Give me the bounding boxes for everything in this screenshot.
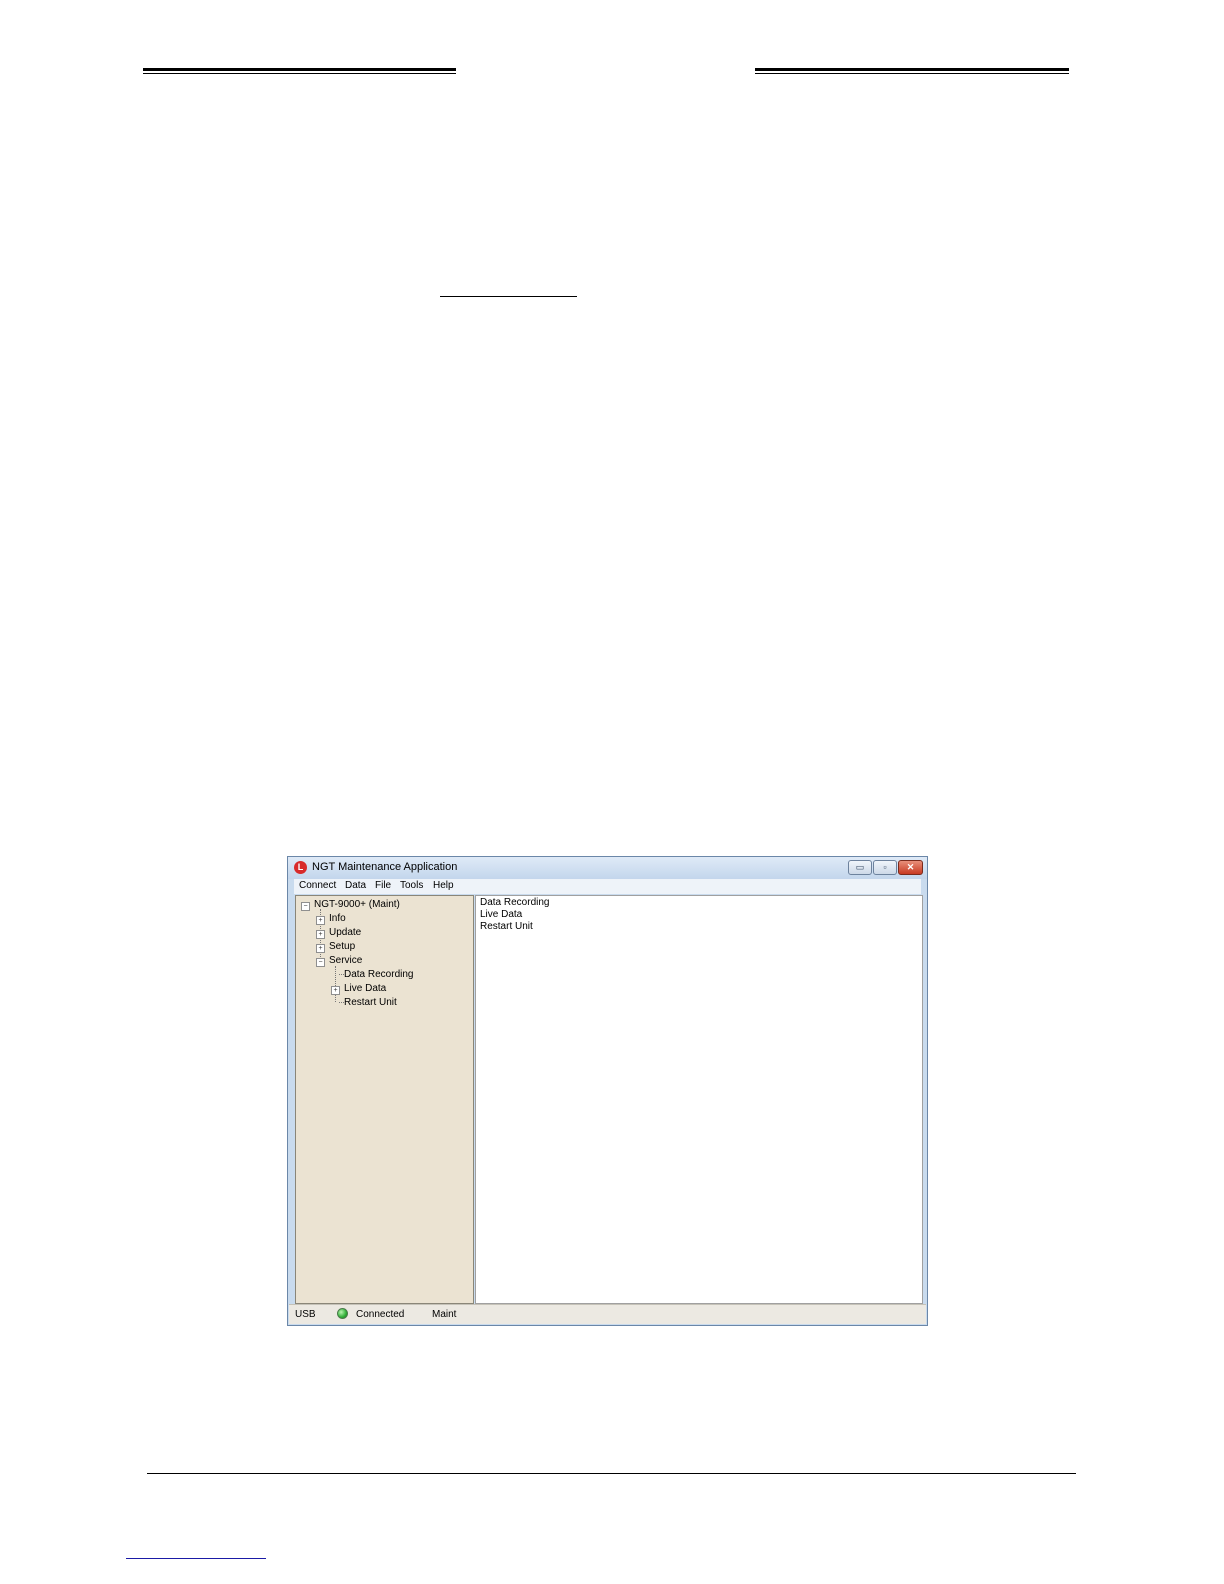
- content-item-live-data[interactable]: Live Data: [480, 909, 522, 920]
- status-mode: Maint: [432, 1309, 457, 1320]
- tree-item-live-data[interactable]: Live Data: [344, 983, 386, 994]
- tree-item-update[interactable]: Update: [329, 927, 361, 938]
- tree-item-setup[interactable]: Setup: [329, 941, 355, 952]
- menu-connect[interactable]: Connect: [299, 880, 336, 891]
- content-item-restart-unit[interactable]: Restart Unit: [480, 921, 533, 932]
- close-button[interactable]: ✕: [898, 860, 923, 875]
- expand-plus-icon[interactable]: +: [316, 930, 325, 939]
- header-rule-left: [143, 68, 456, 74]
- maximize-button[interactable]: ▫: [873, 860, 897, 875]
- navigation-tree: − NGT-9000+ (Maint) + Info + Update + Se…: [295, 895, 474, 1304]
- maintenance-app-window: L NGT Maintenance Application ▭ ▫ ✕ Conn…: [287, 856, 928, 1326]
- app-logo-icon: L: [294, 861, 307, 874]
- collapse-minus-icon[interactable]: −: [301, 902, 310, 911]
- header-rule-right: [755, 68, 1069, 74]
- menu-tools[interactable]: Tools: [400, 880, 423, 891]
- status-bar: USB Connected Maint: [289, 1304, 926, 1324]
- title-bar: L NGT Maintenance Application ▭ ▫ ✕: [288, 857, 927, 879]
- expand-plus-icon[interactable]: +: [316, 944, 325, 953]
- expand-plus-icon[interactable]: +: [316, 916, 325, 925]
- tree-item-service[interactable]: Service: [329, 955, 362, 966]
- menu-help[interactable]: Help: [433, 880, 454, 891]
- status-port: USB: [295, 1309, 316, 1320]
- footer-link-underline: [126, 1558, 266, 1559]
- menu-file[interactable]: File: [375, 880, 391, 891]
- status-led-icon: [337, 1308, 348, 1319]
- menu-data[interactable]: Data: [345, 880, 366, 891]
- tree-item-data-recording[interactable]: Data Recording: [344, 969, 413, 980]
- tree-item-info[interactable]: Info: [329, 913, 346, 924]
- expand-plus-icon[interactable]: +: [331, 986, 340, 995]
- section-underline: [440, 296, 577, 297]
- tree-item-restart-unit[interactable]: Restart Unit: [344, 997, 397, 1008]
- content-list: Data Recording Live Data Restart Unit: [475, 895, 923, 1304]
- collapse-minus-icon[interactable]: −: [316, 958, 325, 967]
- content-item-data-recording[interactable]: Data Recording: [480, 897, 549, 908]
- window-title: NGT Maintenance Application: [312, 861, 458, 873]
- status-connection: Connected: [356, 1309, 405, 1320]
- tree-root[interactable]: NGT-9000+ (Maint): [314, 899, 400, 910]
- footer-rule: [147, 1473, 1076, 1474]
- tree-connector: [335, 966, 336, 1002]
- minimize-button[interactable]: ▭: [848, 860, 872, 875]
- menu-bar: Connect Data File Tools Help: [294, 879, 921, 894]
